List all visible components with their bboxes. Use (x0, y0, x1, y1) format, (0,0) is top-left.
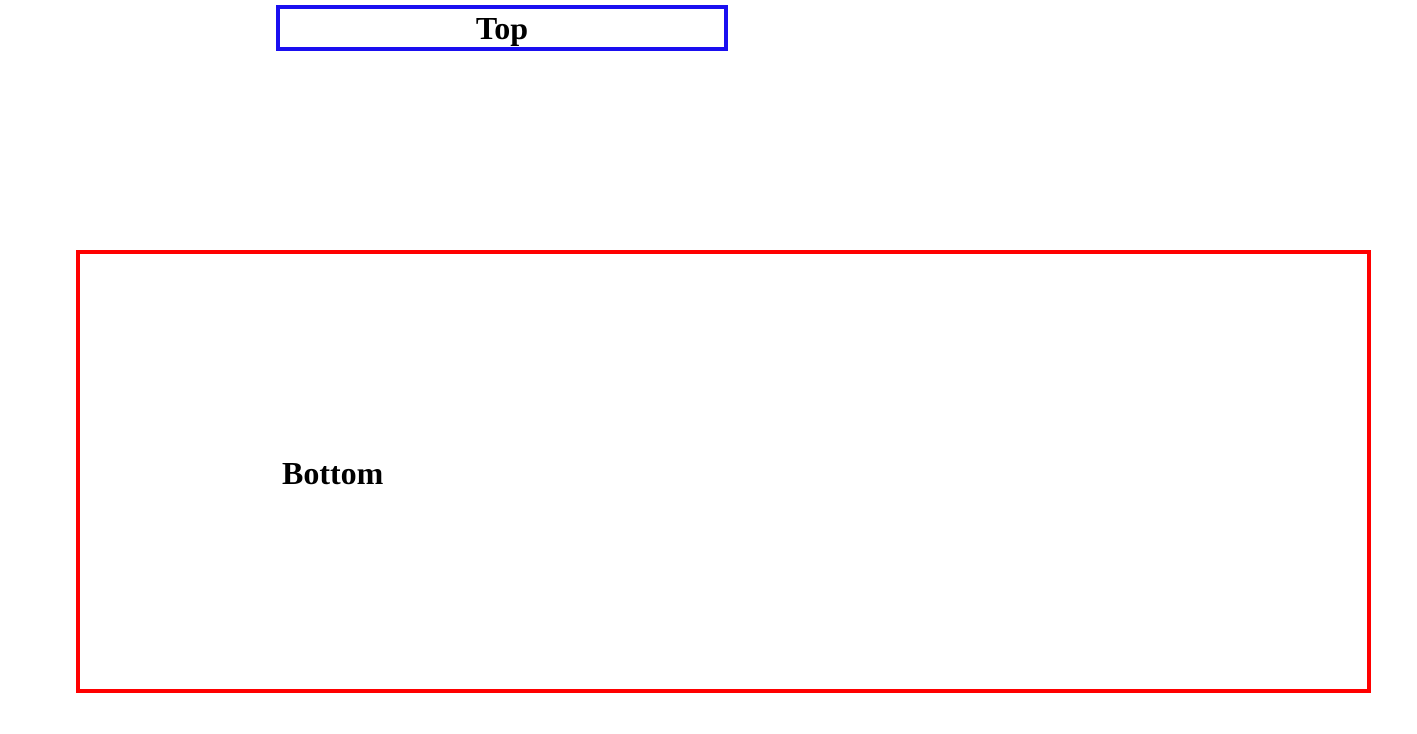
bottom-box: Bottom (76, 250, 1371, 693)
top-box: Top (276, 5, 728, 51)
bottom-label: Bottom (282, 455, 384, 491)
top-label: Top (475, 10, 529, 46)
